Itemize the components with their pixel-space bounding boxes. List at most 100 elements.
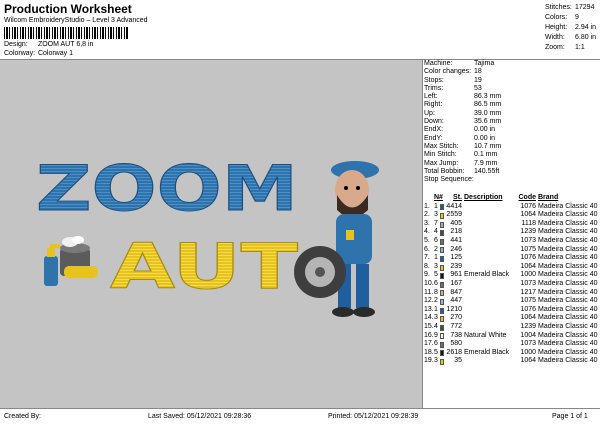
thread-brand: Madeira Classic 40 [538, 305, 598, 313]
needle-cell: 2 [434, 246, 444, 255]
info-row: Right: 86.5 mm [424, 101, 502, 109]
thread-description [464, 306, 516, 315]
stop-number: 10. [424, 279, 434, 287]
info-row: Max Stitch: 10.7 mm [424, 142, 502, 150]
stitch-count: 580 [450, 340, 462, 348]
stitch-count: 441 [450, 236, 462, 244]
stat-row: Height: 2.94 in [545, 24, 597, 31]
design-artwork: ZOOM AUT [36, 152, 379, 317]
info-row: Down: 35.6 mm [424, 118, 502, 126]
colorway-value: Colorway 1 [37, 50, 73, 57]
thread-description [464, 220, 516, 229]
table-row: 11. 8 847 1217 Madeira Classic 40 [424, 289, 600, 298]
stop-number: 7. [424, 254, 430, 262]
info-row: Total Bobbin: 140.55ft [424, 167, 500, 175]
page-title: Production Worksheet [4, 2, 132, 16]
thread-code: 1075 [520, 297, 536, 305]
needle-cell: 5 [434, 349, 444, 358]
thread-brand: Madeira Classic 40 [538, 288, 598, 296]
thread-description [464, 263, 516, 272]
thread-description [464, 254, 516, 263]
stats-panel: Stitches: 17294 Colors: 9 Height: 2.94 in W… [545, 3, 600, 53]
thread-code: 1000 [520, 348, 536, 356]
thread-code: 1076 [520, 305, 536, 313]
thread-brand: Madeira Classic 40 [538, 348, 598, 356]
thread-brand: Madeira Classic 40 [538, 219, 598, 227]
thread-brand: Madeira Classic 40 [538, 236, 598, 244]
thread-description: Emerald Black [464, 271, 510, 279]
thread-code: 1239 [520, 228, 536, 236]
thread-description [464, 246, 516, 255]
info-row: Min Stitch: 0.1 mm [424, 151, 498, 159]
stop-number: 14. [424, 314, 434, 322]
table-row: 7. 1 125 1076 Madeira Classic 40 [424, 254, 600, 263]
created-by: Created By: [4, 413, 41, 420]
info-row: Machine: Tajima [424, 60, 495, 67]
design-canvas[interactable]: ZOOM AUT [0, 60, 422, 408]
needle-cell: 3 [434, 211, 444, 220]
stitch-count: 2618 [446, 348, 462, 356]
stitch-count: 1210 [446, 305, 462, 313]
stat-row: Width: 6.80 in [545, 34, 597, 41]
thread-code: 1076 [520, 254, 536, 262]
stop-number: 12. [424, 297, 434, 305]
table-row: 2. 3 2559 1064 Madeira Classic 40 [424, 211, 600, 220]
stitch-count: 447 [450, 297, 462, 305]
thread-description [464, 211, 516, 220]
barcode [4, 27, 128, 39]
stop-number: 8. [424, 262, 430, 270]
stop-number: 5. [424, 236, 430, 244]
thread-code: 1073 [520, 236, 536, 244]
stitch-count: 772 [450, 322, 462, 330]
thread-code: 1000 [520, 271, 536, 279]
spray-bottle-icon [44, 244, 60, 286]
stitch-count: 167 [450, 279, 462, 287]
thread-description [464, 280, 516, 289]
needle-cell: 3 [434, 314, 444, 323]
table-row: 15. 4 772 1239 Madeira Classic 40 [424, 323, 600, 332]
thread-brand: Madeira Classic 40 [538, 314, 598, 322]
stitch-count: 2559 [446, 211, 462, 219]
design-row: Design: ZOOM AUT 6,8 in [4, 41, 93, 48]
needle-cell: 1 [434, 306, 444, 315]
stitch-count: 4414 [446, 202, 462, 210]
stitch-count: 270 [450, 314, 462, 322]
stitch-count: 847 [450, 288, 462, 296]
stitch-count: 738 [450, 331, 462, 339]
thread-brand: Madeira Classic 40 [538, 357, 598, 365]
needle-cell: 6 [434, 340, 444, 349]
thread-code: 1239 [520, 322, 536, 330]
stop-number: 6. [424, 245, 430, 253]
thread-description [464, 323, 516, 332]
thread-code: 1118 [521, 219, 536, 227]
stop-number: 16. [424, 331, 434, 339]
table-row: 12. 2 447 1075 Madeira Classic 40 [424, 297, 600, 306]
thread-code: 1073 [520, 279, 536, 287]
info-row: Trims: 53 [424, 84, 482, 92]
stop-number: 2. [424, 211, 430, 219]
stop-number: 9. [424, 271, 430, 279]
thread-description [464, 297, 516, 306]
stop-sequence-title: Stop Sequence: [424, 176, 474, 184]
table-row: 17. 6 580 1073 Madeira Classic 40 [424, 340, 600, 349]
thread-code: 1076 [520, 202, 536, 210]
thread-description [464, 237, 516, 246]
stop-number: 17. [424, 340, 434, 348]
stitch-count: 405 [450, 219, 462, 227]
stop-number: 11. [424, 288, 434, 296]
thread-description: Natural White [464, 331, 507, 339]
stitch-count: 35 [454, 357, 462, 365]
needle-cell: 3 [434, 357, 444, 366]
info-row: Up: 39.0 mm [424, 109, 502, 117]
thread-code: 1004 [520, 331, 536, 339]
printed-date: Printed: 05/12/2021 09:28:39 [328, 413, 419, 420]
thread-brand: Madeira Classic 40 [538, 297, 598, 305]
bucket-icon [60, 236, 98, 278]
thread-code: 1073 [520, 340, 536, 348]
needle-cell: 6 [434, 237, 444, 246]
needle-cell: 4 [434, 228, 444, 237]
info-row: Left: 86.3 mm [424, 93, 502, 101]
needle-cell: 8 [434, 289, 444, 298]
info-row: Color changes: 18 [424, 68, 482, 76]
stop-number: 1. [424, 202, 430, 210]
